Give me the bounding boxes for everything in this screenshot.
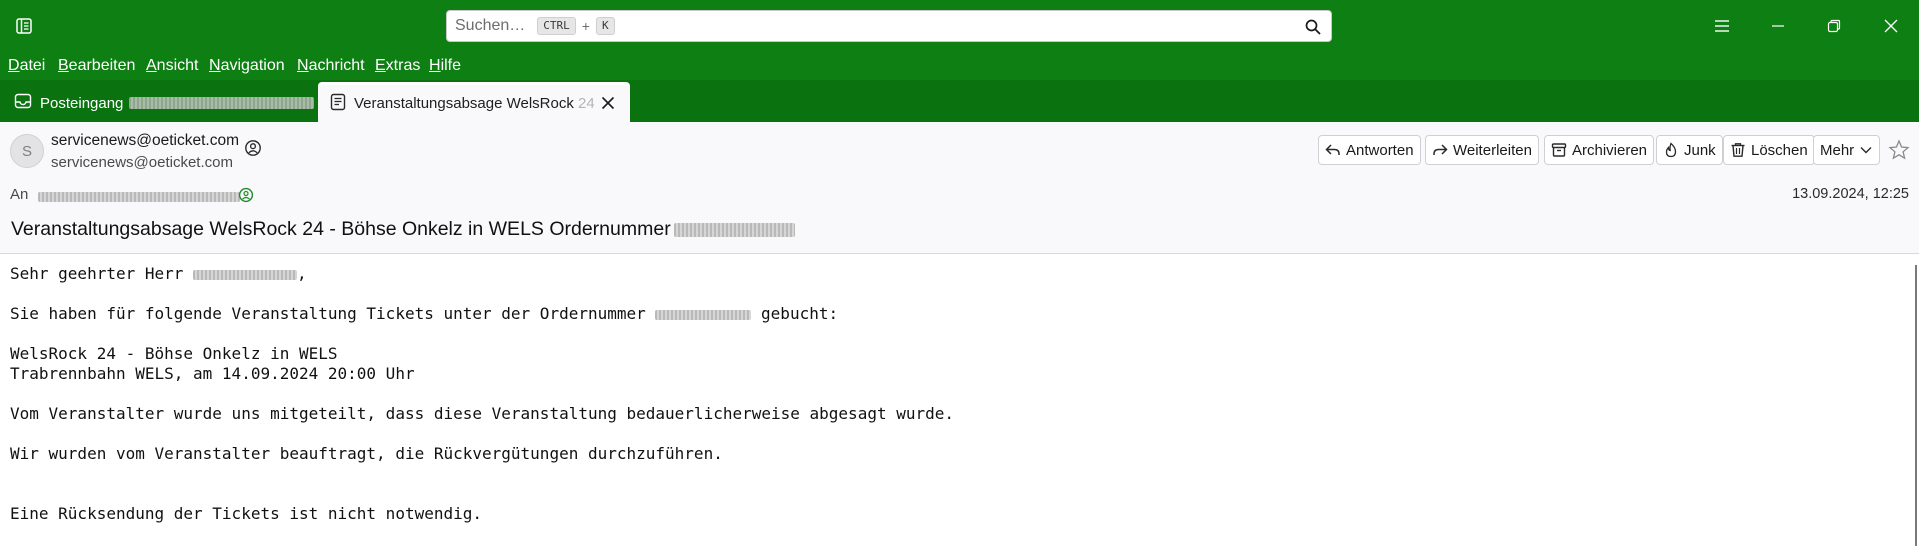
body-refund-line: Wir wurden vom Veranstalter beauftragt, … (10, 444, 723, 463)
search-placeholder: Suchen… (455, 17, 526, 34)
forward-icon (1433, 144, 1448, 155)
delete-label: Löschen (1751, 141, 1808, 159)
message-date: 13.09.2024, 12:25 (1792, 186, 1909, 202)
menu-nachricht[interactable]: Nachricht (297, 56, 365, 76)
redacted-order-number (673, 222, 795, 237)
menu-bearbeiten[interactable]: Bearbeiten (58, 56, 135, 76)
search-input[interactable]: Suchen… CTRL + K (446, 10, 1332, 42)
message-body: Sehr geehrter Herr , Sie haben für folge… (0, 255, 1919, 546)
shortcut-plus: + (581, 18, 590, 34)
forward-label: Weiterleiten (1453, 141, 1532, 159)
delete-button[interactable]: Löschen (1723, 135, 1815, 165)
shortcut-key-ctrl: CTRL (537, 17, 576, 35)
spaces-toolbar-icon[interactable] (12, 14, 36, 38)
archive-button[interactable]: Archivieren (1544, 135, 1655, 165)
message-header: S servicenews@oeticket.com servicenews@o… (0, 122, 1919, 254)
junk-flame-icon (1665, 142, 1677, 158)
scrollbar[interactable] (1915, 265, 1917, 546)
menu-extras[interactable]: Extras (375, 56, 420, 76)
contact-status-icon[interactable] (238, 187, 254, 203)
shortcut-key-k: K (595, 17, 615, 35)
archive-label: Archivieren (1572, 141, 1648, 159)
trash-icon (1731, 143, 1745, 157)
redacted-name (193, 269, 298, 280)
restore-icon[interactable] (1819, 12, 1849, 40)
reply-label: Antworten (1346, 141, 1414, 159)
tab-strip: Posteingang Veranstaltungsabsage WelsRoc… (0, 80, 1919, 122)
junk-label: Junk (1684, 141, 1716, 159)
junk-button[interactable]: Junk (1656, 135, 1723, 165)
menu-bar: Datei Bearbeiten Ansicht Navigation Nach… (0, 52, 1919, 80)
body-order-line: Sie haben für folgende Veranstaltung Tic… (10, 304, 839, 323)
close-tab-icon[interactable] (598, 93, 618, 113)
to-label: An (10, 186, 29, 203)
archive-icon (1551, 143, 1567, 157)
more-label: Mehr (1820, 141, 1855, 159)
close-window-icon[interactable] (1876, 12, 1906, 40)
tab-message[interactable]: Veranstaltungsabsage WelsRock 24 (318, 82, 630, 122)
chevron-down-icon (1860, 147, 1872, 154)
more-button[interactable]: Mehr (1813, 135, 1881, 165)
body-cancel-line: Vom Veranstalter wurde uns mitgeteilt, d… (10, 404, 955, 423)
body-greeting: Sehr geehrter Herr , (10, 264, 307, 283)
minimize-icon[interactable] (1763, 12, 1793, 40)
inbox-icon (14, 92, 32, 114)
avatar: S (10, 134, 44, 168)
hamburger-menu-icon[interactable] (1707, 12, 1737, 40)
menu-navigation[interactable]: Navigation (209, 56, 285, 76)
search-icon[interactable] (1303, 17, 1323, 37)
reply-icon (1325, 144, 1340, 155)
body-return-line: Eine Rücksendung der Tickets ist nicht n… (10, 504, 483, 523)
tab-inbox-label: Posteingang (40, 94, 124, 112)
reply-button[interactable]: Antworten (1318, 135, 1421, 165)
title-bar: Suchen… CTRL + K (0, 0, 1919, 52)
forward-button[interactable]: Weiterleiten (1425, 135, 1539, 165)
add-contact-icon[interactable] (244, 139, 262, 157)
body-event-venue: Trabrennbahn WELS, am 14.09.2024 20:00 U… (10, 364, 415, 383)
message-subject: Veranstaltungsabsage WelsRock 24 - Böhse… (11, 218, 795, 241)
tab-inbox[interactable]: Posteingang (10, 86, 315, 120)
sender-name[interactable]: servicenews@oeticket.com (51, 132, 239, 150)
star-icon[interactable] (1888, 139, 1910, 161)
redacted-account (129, 97, 315, 109)
tab-message-label: Veranstaltungsabsage WelsRock 24 (354, 95, 595, 112)
sender-email[interactable]: servicenews@oeticket.com (51, 154, 233, 171)
redacted-order (655, 309, 752, 320)
menu-ansicht[interactable]: Ansicht (146, 56, 198, 76)
menu-hilfe[interactable]: Hilfe (429, 56, 461, 76)
redacted-recipient (38, 192, 240, 202)
body-event-name: WelsRock 24 - Böhse Onkelz in WELS (10, 344, 338, 363)
menu-datei[interactable]: Datei (8, 56, 45, 76)
message-icon (330, 93, 346, 115)
